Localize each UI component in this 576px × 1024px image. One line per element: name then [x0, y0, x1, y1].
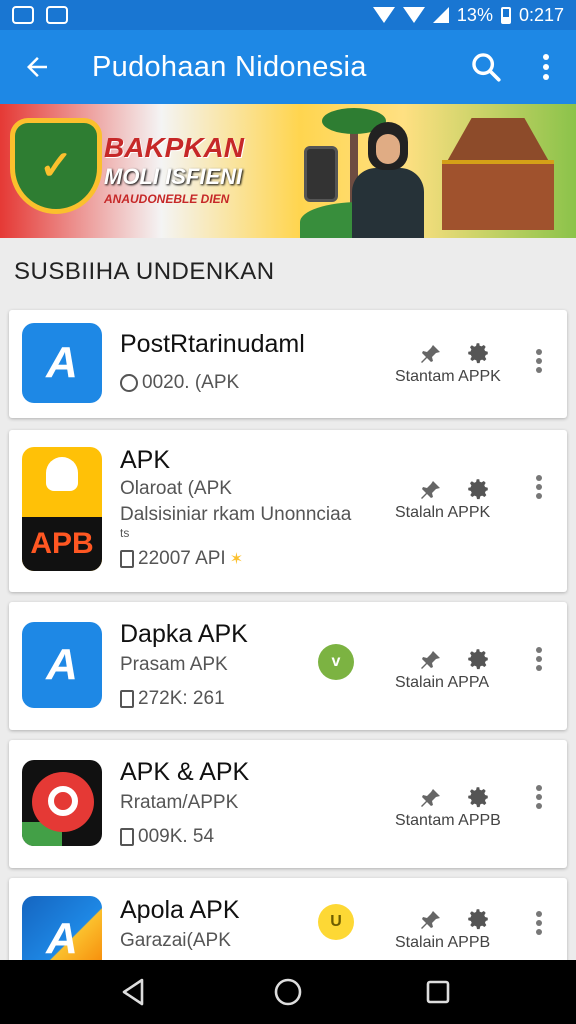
app-description: Dalsisiniar rkam Unonnciaa	[120, 504, 352, 525]
wifi-secondary-icon	[402, 7, 425, 23]
install-label: Stalaln APPK	[395, 504, 491, 521]
app-meta: 22007 API ✶	[120, 548, 243, 570]
notification-icons	[12, 6, 68, 24]
status-right: 13% 0:217	[372, 4, 564, 26]
emblem-shield-icon: ✓	[10, 118, 102, 214]
file-icon	[120, 690, 134, 708]
app-subtitle: Prasam APK	[120, 654, 228, 675]
person-illustration	[348, 122, 428, 238]
system-navigation-bar	[0, 960, 576, 1024]
app-subtitle: Olaroat (APK	[120, 478, 232, 499]
search-button[interactable]	[456, 30, 516, 104]
more-vert-icon[interactable]	[529, 472, 549, 502]
page-title: Pudohaan Nidonesia	[92, 50, 367, 83]
app-meta: 0020. (APK	[120, 372, 239, 394]
app-subtitle: Rratam/APPK	[120, 792, 239, 813]
app-list-item[interactable]: APB APK Olaroat (APK Dalsisiniar rkam Un…	[9, 430, 567, 592]
search-icon	[472, 53, 501, 82]
file-icon	[120, 550, 134, 568]
install-label: Stalain APPA	[395, 674, 489, 691]
file-icon	[120, 828, 134, 846]
phone-illustration	[304, 146, 338, 202]
more-vert-icon	[543, 54, 549, 80]
star-icon: ✶	[229, 551, 244, 568]
install-label: Stantam APPB	[395, 812, 501, 829]
pin-icon	[421, 911, 440, 929]
app-list-item[interactable]: APK & APK Rratam/APPK 009K. 54 Stantam A…	[9, 740, 567, 868]
install-label: Stalain APPB	[395, 934, 491, 951]
app-bar: Pudohaan Nidonesia	[0, 30, 576, 104]
banner-subheadline: MOLI ISFIENI	[104, 164, 243, 189]
app-subtitle: Garazai(APK	[120, 930, 231, 951]
gear-icon	[468, 649, 488, 670]
app-name: PostRtarinudaml	[120, 330, 305, 358]
section-title: SUSBIIHA UNDENKAN	[14, 258, 275, 285]
pin-icon	[421, 481, 440, 499]
wifi-icon	[372, 7, 395, 23]
banner-headline: BAKPKAN	[104, 132, 244, 163]
arrow-left-icon	[27, 57, 47, 77]
gear-icon	[468, 479, 488, 500]
overflow-menu-button[interactable]	[516, 30, 576, 104]
banner-caption: ANAUDONEBLE DIEN	[104, 192, 230, 206]
battery-icon	[500, 6, 511, 24]
more-vert-icon[interactable]	[529, 782, 549, 812]
more-vert-icon[interactable]	[529, 644, 549, 674]
clock-icon	[120, 374, 138, 392]
more-vert-icon[interactable]	[529, 346, 549, 376]
app-meta: 272K: 261	[120, 688, 225, 710]
app-description-extra: ts	[120, 526, 130, 540]
app-list-item[interactable]: A PostRtarinudaml 0020. (APK Stantam APP…	[9, 310, 567, 418]
verified-badge: v	[318, 644, 354, 680]
traditional-house-illustration	[432, 118, 564, 230]
promo-banner[interactable]: ✓ BAKPKAN MOLI ISFIENI ANAUDONEBLE DIEN	[0, 104, 576, 238]
install-label: Stantam APPK	[395, 368, 501, 385]
app-list-item[interactable]: A Dapka APK Prasam APK 272K: 261 v Stala…	[9, 602, 567, 730]
update-badge: U	[318, 904, 354, 940]
battery-percent: 13%	[456, 4, 493, 25]
app-name: APK & APK	[120, 758, 250, 786]
pin-icon	[421, 345, 440, 363]
signal-icon	[432, 7, 449, 23]
apb-icon: APB	[22, 447, 102, 571]
notification-image-icon	[12, 6, 34, 24]
clock: 0:217	[518, 4, 564, 25]
circle-home-icon[interactable]	[270, 974, 306, 1010]
more-vert-icon[interactable]	[529, 908, 549, 938]
app-name: APK	[120, 446, 171, 474]
gear-icon	[468, 909, 488, 930]
app-name: Apola APK	[120, 896, 240, 924]
triangle-back-icon[interactable]	[116, 974, 152, 1010]
notification-app-icon	[46, 6, 68, 24]
pin-icon	[421, 651, 440, 669]
back-button[interactable]	[0, 30, 74, 104]
blue-a-icon: A	[22, 323, 102, 403]
pin-icon	[421, 789, 440, 807]
red-spiral-icon	[22, 760, 102, 846]
app-meta: 009K. 54	[120, 826, 214, 848]
gear-icon	[468, 787, 488, 808]
gear-icon	[468, 343, 488, 364]
app-name: Dapka APK	[120, 620, 248, 648]
status-bar: 13% 0:217	[0, 0, 576, 30]
blue-a-icon: A	[22, 622, 102, 708]
square-recents-icon[interactable]	[420, 974, 456, 1010]
